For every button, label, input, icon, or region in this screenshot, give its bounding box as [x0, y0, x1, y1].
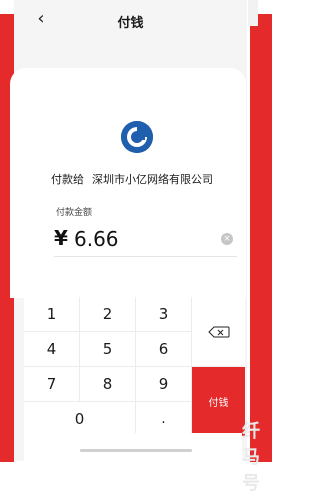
payee-line: 付款给 深圳市小亿网络有限公司	[10, 171, 254, 187]
key-1[interactable]: 1	[24, 297, 79, 331]
amount-input[interactable]: 6.66	[74, 227, 119, 251]
bottom-strip	[24, 433, 242, 461]
key-5[interactable]: 5	[80, 332, 135, 366]
key-9[interactable]: 9	[136, 367, 191, 401]
key-4[interactable]: 4	[24, 332, 79, 366]
right-red-edge	[250, 14, 272, 462]
key-8[interactable]: 8	[80, 367, 135, 401]
amount-label: 付款金额	[56, 208, 93, 218]
key-2[interactable]: 2	[80, 297, 135, 331]
payment-card: 付款给 深圳市小亿网络有限公司 付款金额 ¥ 6.66 ×	[10, 68, 246, 298]
pay-button[interactable]: 付钱	[192, 367, 245, 436]
key-6[interactable]: 6	[136, 332, 191, 366]
numeric-keypad: 1 2 3 4 5 6 7 8 9 付钱 0 .	[24, 297, 245, 436]
payee-name: 深圳市小亿网络有限公司	[92, 173, 213, 186]
key-3[interactable]: 3	[136, 297, 191, 331]
key-dot[interactable]: .	[136, 402, 191, 436]
top-right-accent	[248, 0, 258, 26]
navbar: ‹ 付钱	[14, 0, 247, 40]
payee-prefix: 付款给	[51, 173, 84, 186]
bank-logo-icon	[121, 121, 153, 153]
key-0[interactable]: 0	[24, 402, 135, 436]
watermark-text: 纤马号	[242, 421, 261, 494]
backspace-icon	[207, 326, 229, 337]
delete-key[interactable]	[192, 297, 245, 366]
home-indicator	[80, 449, 192, 452]
page-title: 付钱	[117, 16, 144, 31]
amount-underline	[54, 256, 237, 257]
currency-symbol: ¥	[54, 226, 68, 250]
key-7[interactable]: 7	[24, 367, 79, 401]
clear-icon[interactable]: ×	[221, 233, 233, 245]
